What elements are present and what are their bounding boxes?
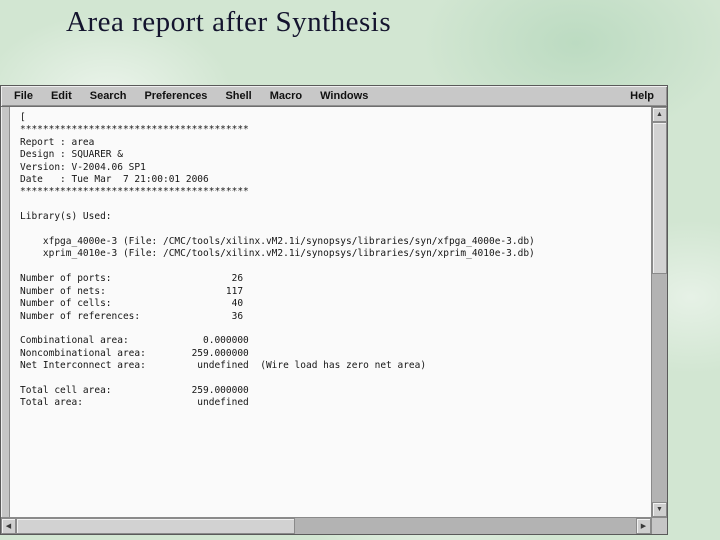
menu-item-file[interactable]: File (5, 89, 42, 103)
menu-item-help[interactable]: Help (621, 89, 663, 103)
vertical-scrollbar-thumb[interactable] (652, 122, 667, 274)
window-frame-left (1, 107, 10, 517)
menu-bar: File Edit Search Preferences Shell Macro Windo… (1, 86, 667, 107)
horizontal-scrollbar-track[interactable] (16, 518, 636, 534)
scroll-up-icon[interactable]: ▲ (652, 107, 667, 122)
menu-item-search[interactable]: Search (81, 89, 136, 103)
menu-item-windows[interactable]: Windows (311, 89, 377, 103)
text-editor-window: File Edit Search Preferences Shell Macro Windo… (0, 85, 668, 535)
menu-item-edit[interactable]: Edit (42, 89, 81, 103)
scroll-down-icon[interactable]: ▼ (652, 502, 667, 517)
report-text[interactable]: [ **************************************… (10, 107, 651, 517)
scroll-right-icon[interactable]: ▶ (636, 518, 651, 534)
horizontal-scrollbar-thumb[interactable] (16, 518, 295, 534)
vertical-scrollbar-track[interactable] (652, 122, 667, 502)
vertical-scrollbar[interactable]: ▲ ▼ (651, 107, 667, 517)
scrollbar-corner (651, 518, 667, 534)
slide: Area report after Synthesis File Edit Sear… (0, 0, 720, 540)
scroll-left-icon[interactable]: ◀ (1, 518, 16, 534)
editor-content-area: [ **************************************… (1, 107, 667, 517)
horizontal-scrollbar[interactable]: ◀ ▶ (1, 517, 667, 534)
menu-items: File Edit Search Preferences Shell Macro Windo… (5, 89, 377, 103)
menu-item-shell[interactable]: Shell (216, 89, 260, 103)
menu-item-preferences[interactable]: Preferences (135, 89, 216, 103)
page-title: Area report after Synthesis (66, 6, 392, 38)
menu-item-macro[interactable]: Macro (261, 89, 311, 103)
